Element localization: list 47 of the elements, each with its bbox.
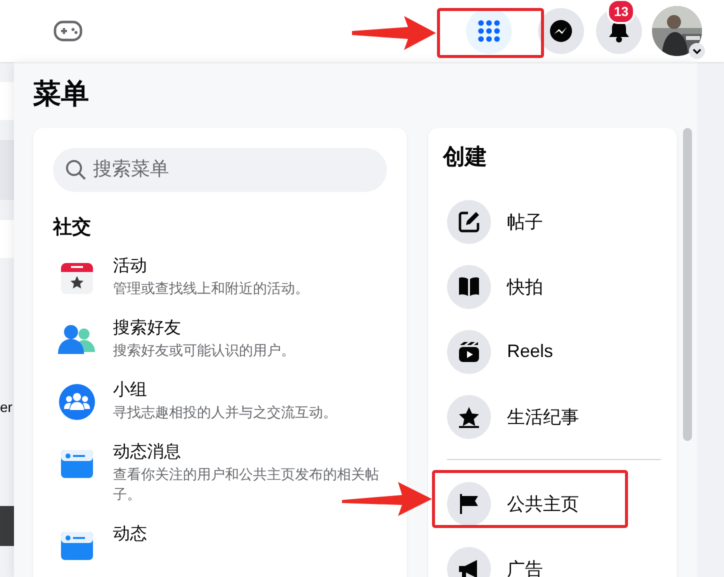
- create-item[interactable]: 生活纪事: [443, 384, 661, 449]
- create-item[interactable]: 公共主页: [443, 471, 661, 536]
- create-item[interactable]: Reels: [443, 319, 661, 384]
- item-title: 活动: [113, 255, 148, 277]
- gamepad-icon[interactable]: [53, 20, 83, 42]
- chevron-down-icon[interactable]: [689, 43, 705, 59]
- item-label: 快拍: [507, 276, 543, 298]
- create-item[interactable]: 帖子: [443, 189, 661, 254]
- item-description: 寻找志趣相投的人并与之交流互动。: [113, 403, 338, 422]
- grid-icon: [477, 19, 501, 43]
- item-description: 搜索好友或可能认识的用户。: [113, 341, 296, 360]
- edit-icon: [457, 210, 481, 234]
- item-title: 搜索好友: [113, 317, 182, 339]
- item-label: 生活纪事: [507, 406, 579, 428]
- item-label: 广告: [507, 558, 543, 577]
- item-title: 小组: [113, 379, 148, 401]
- item-title: 动态消息: [113, 441, 182, 463]
- menu-item[interactable]: 小组 寻找志趣相投的人并与之交流互动。: [53, 374, 387, 426]
- item-description: 查看你关注的用户和公共主页发布的相关帖子。: [113, 465, 380, 504]
- clapperboard-icon: [457, 340, 481, 364]
- background-text: er: [0, 398, 14, 416]
- menu-item[interactable]: 活动 管理或查找线上和附近的活动。: [53, 250, 387, 302]
- menu-button[interactable]: [466, 8, 512, 54]
- notification-count: 13: [607, 0, 636, 24]
- star-icon: [457, 404, 481, 428]
- item-label: 公共主页: [507, 492, 579, 516]
- groups-icon: [57, 384, 97, 420]
- section-heading: 创建: [443, 143, 488, 171]
- item-title: 动态: [113, 523, 148, 545]
- menu-title: 菜单: [33, 77, 90, 111]
- item-label: Reels: [507, 341, 554, 362]
- create-item[interactable]: 快拍: [443, 254, 661, 319]
- menu-item[interactable]: 动态: [53, 518, 387, 568]
- search-icon: [65, 159, 87, 181]
- book-icon: [457, 274, 481, 298]
- friends-icon: [58, 325, 95, 354]
- create-item[interactable]: 广告: [443, 536, 661, 577]
- section-heading: 社交: [53, 216, 92, 240]
- menu-item[interactable]: 动态消息 查看你关注的用户和公共主页发布的相关帖子。: [53, 436, 387, 508]
- scrollbar-thumb[interactable]: [683, 128, 692, 441]
- flag-icon: [457, 492, 481, 516]
- messenger-icon: [549, 19, 573, 43]
- search-field[interactable]: 搜索菜单: [53, 148, 387, 192]
- item-label: 帖子: [507, 210, 543, 234]
- menu-item[interactable]: 搜索好友 搜索好友或可能认识的用户。: [53, 312, 387, 364]
- item-description: 管理或查找线上和附近的活动。: [113, 279, 310, 298]
- messenger-button[interactable]: [538, 8, 584, 54]
